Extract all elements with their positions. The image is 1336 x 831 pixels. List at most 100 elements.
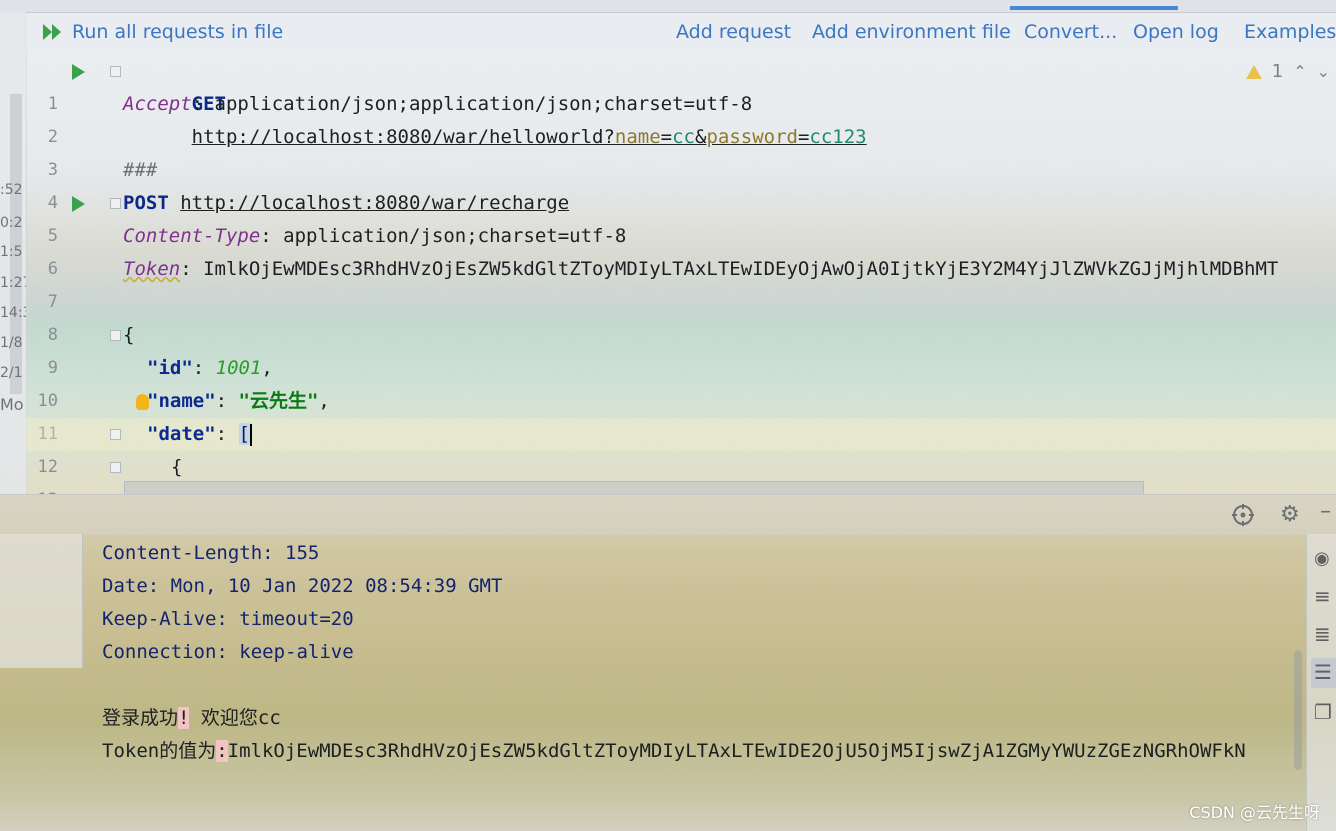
- left-timestamp: 2/1: [0, 365, 23, 381]
- code-line[interactable]: 4 ###: [26, 154, 1336, 213]
- header-sep: :: [191, 93, 215, 115]
- gear-icon[interactable]: ⚙: [1280, 502, 1300, 527]
- response-toolbar: ⚙ –: [0, 494, 1336, 535]
- json-sep: :: [215, 423, 239, 445]
- json-comma: ,: [318, 390, 330, 412]
- code-line[interactable]: 13 {: [26, 451, 1336, 494]
- response-header-key: Content-Length: [102, 542, 263, 564]
- line-number: 13: [26, 484, 58, 494]
- json-sep: :: [192, 357, 216, 379]
- add-environment-file-link[interactable]: Add environment file: [812, 21, 1011, 43]
- response-body-line: Token的值为:ImlkOjEwMDEsc3RhdHVzOjEsZW5kdGl…: [102, 735, 1246, 768]
- response-body-line: 登录成功! 欢迎您cc: [102, 702, 281, 735]
- response-header-value: Mon, 10 Jan 2022 08:54:39 GMT: [170, 575, 503, 597]
- header-sep: :: [260, 225, 284, 247]
- response-header-key: Date: [102, 575, 148, 597]
- request-url[interactable]: http://localhost:8080/war/recharge: [180, 192, 569, 214]
- response-header-sep: :: [216, 641, 240, 663]
- run-request-icon[interactable]: [72, 196, 85, 212]
- minimize-icon[interactable]: –: [1320, 499, 1331, 524]
- colon-mark: :: [216, 740, 228, 762]
- response-header-line: Content-Length: 155: [102, 537, 319, 570]
- open-log-link[interactable]: Open log: [1133, 21, 1219, 43]
- header-key: Content-Type: [123, 225, 261, 247]
- sort-icon[interactable]: ≣: [1314, 622, 1331, 646]
- json-brace: {: [123, 324, 135, 346]
- login-success-text: 登录成功: [102, 707, 179, 729]
- add-request-link[interactable]: Add request: [676, 21, 791, 43]
- json-brace: {: [171, 456, 183, 478]
- code-line[interactable]: 6 Content-Type: application/json;charset…: [26, 220, 1336, 279]
- response-scrollbar[interactable]: [1294, 650, 1302, 770]
- json-comma: ,: [261, 357, 273, 379]
- token-value: ImlkOjEwMDEsc3RhdHVzOjEsZW5kdGltZToyMDIy…: [227, 740, 1246, 762]
- code-line[interactable]: 7 Token: ImlkOjEwMDEsc3RhdHVzOjEsZW5kdGl…: [26, 253, 1336, 312]
- request-separator: ###: [123, 159, 158, 181]
- response-header-line: Connection: keep-alive: [102, 636, 354, 669]
- header-value: application/json;charset=utf-8: [283, 225, 627, 247]
- response-header-line: Keep-Alive: timeout=20: [102, 603, 354, 636]
- left-timestamp: 1:27: [0, 275, 26, 291]
- convert-link[interactable]: Convert...: [1024, 21, 1117, 43]
- run-all-icon: [43, 24, 61, 40]
- http-client-toolbar: Run all requests in file Add request Add…: [26, 13, 1336, 53]
- fold-marker-icon[interactable]: [110, 66, 121, 77]
- left-timestamp: 1/8: [0, 335, 23, 351]
- code-line[interactable]: 9 {: [26, 319, 1336, 378]
- response-header-value: 155: [285, 542, 320, 564]
- token-label: Token的值为: [102, 740, 217, 762]
- fold-marker-icon[interactable]: [110, 198, 121, 209]
- fold-marker-icon[interactable]: [110, 462, 121, 473]
- print-icon[interactable]: ❐: [1314, 700, 1332, 724]
- text-caret: [249, 423, 252, 446]
- eye-icon[interactable]: ◉: [1314, 548, 1330, 569]
- exclamation-mark: !: [178, 707, 190, 729]
- response-header-key: Connection: [102, 641, 217, 663]
- json-bracket: [: [238, 423, 250, 445]
- csdn-watermark: CSDN @云先生呀: [1189, 803, 1320, 822]
- response-header-key: Keep-Alive: [102, 608, 217, 630]
- response-side-panel: [0, 534, 83, 668]
- welcome-text: 欢迎您cc: [189, 707, 281, 729]
- response-header-sep: :: [216, 608, 240, 630]
- code-line[interactable]: 10 "id": 1001,: [26, 352, 1336, 411]
- left-timestamp: Mo: [0, 395, 24, 414]
- left-timestamp: :52: [0, 182, 23, 198]
- json-key: "id": [147, 357, 193, 379]
- json-number: 1001: [215, 357, 262, 379]
- run-all-label: Run all requests in file: [72, 21, 284, 43]
- editor-tab-strip: [0, 0, 1336, 13]
- editor-horizontal-scrollbar[interactable]: [124, 481, 1144, 494]
- left-side-panel: :52 0:2 1:5 1:27 14:3 1/8 2/1 Mo: [0, 12, 27, 494]
- response-output[interactable]: Content-Length: 155 Date: Mon, 10 Jan 20…: [84, 534, 1306, 831]
- header-sep: :: [180, 258, 204, 280]
- crosshair-icon[interactable]: [1232, 504, 1254, 526]
- examples-link[interactable]: Examples: [1244, 21, 1336, 43]
- code-line[interactable]: 3: [26, 121, 1336, 180]
- response-header-value: timeout=20: [239, 608, 354, 630]
- header-key: Token: [123, 258, 181, 280]
- response-header-value: keep-alive: [239, 641, 354, 663]
- code-line[interactable]: 8: [26, 286, 1336, 345]
- code-line[interactable]: 5 POST http://localhost:8080/war/recharg…: [26, 187, 1336, 246]
- http-method: POST: [123, 192, 169, 214]
- run-request-icon[interactable]: [72, 64, 85, 80]
- left-timestamp: 0:2: [0, 215, 23, 231]
- header-key: Accept: [123, 93, 192, 115]
- code-line[interactable]: 11 "name": "云先生",: [26, 385, 1336, 444]
- header-value: application/json;application/json;charse…: [214, 93, 753, 115]
- code-line[interactable]: 1 GET http://localhost:8080/war/hellowor…: [26, 55, 1336, 148]
- code-line[interactable]: 2 Accept: application/json;application/j…: [26, 88, 1336, 147]
- response-header-sep: :: [147, 575, 171, 597]
- json-key: "name": [147, 390, 216, 412]
- http-request-editor[interactable]: 1 ⌃ ⌄ 1 GET http://localhost:8080/war/he…: [26, 53, 1336, 494]
- code-line-current[interactable]: 12 "date": [: [26, 418, 1336, 477]
- run-all-requests-button[interactable]: Run all requests in file: [42, 21, 283, 43]
- fold-marker-icon[interactable]: [110, 330, 121, 341]
- wrap-lines-icon[interactable]: ≡: [1314, 584, 1331, 608]
- scroll-to-end-icon[interactable]: ☰: [1314, 660, 1332, 684]
- active-tab-indicator: [1010, 6, 1178, 10]
- left-timestamp: 1:5: [0, 244, 23, 260]
- fold-marker-icon[interactable]: [110, 429, 121, 440]
- response-header-sep: :: [262, 542, 286, 564]
